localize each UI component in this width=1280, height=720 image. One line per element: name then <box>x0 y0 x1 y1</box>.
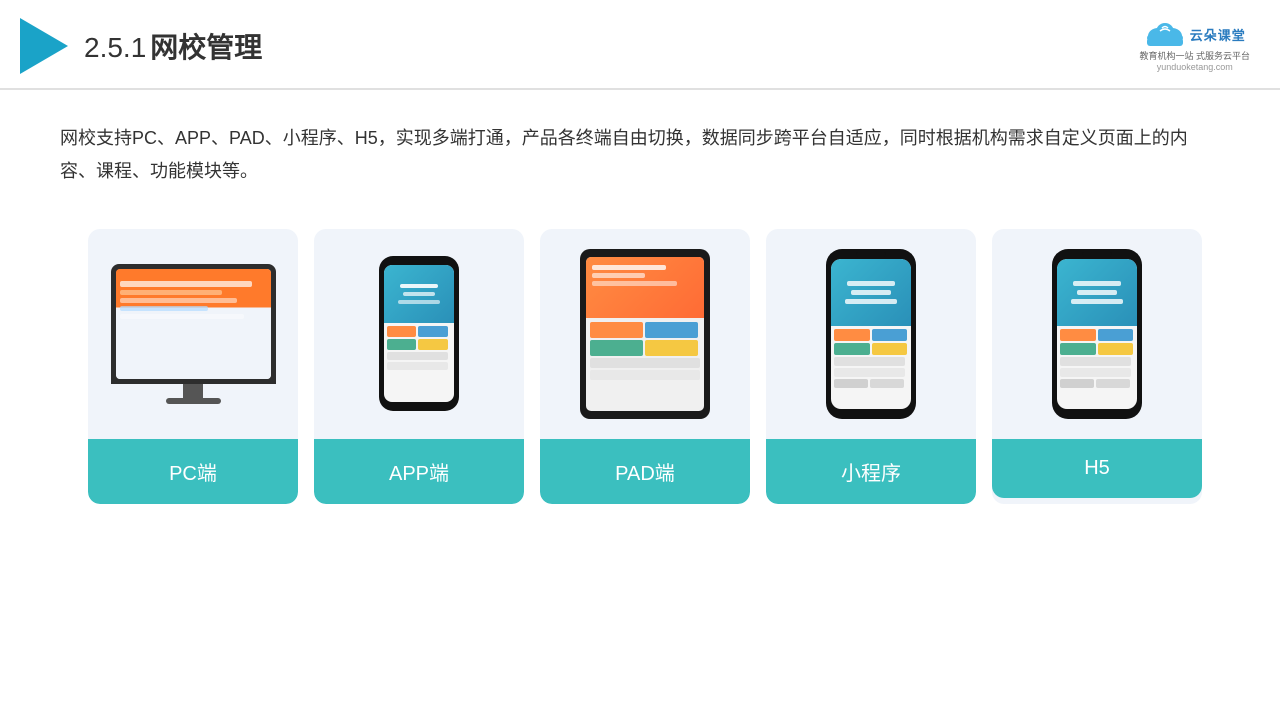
section-number: 2.5.1 <box>84 32 146 63</box>
card-h5: H5 <box>992 229 1202 504</box>
header-left: 2.5.1网校管理 <box>20 18 262 74</box>
brand-name: 云朵课堂 <box>1190 25 1246 44</box>
page-title: 2.5.1网校管理 <box>84 26 262 66</box>
phone-notch <box>408 259 430 263</box>
logo-triangle-icon <box>20 18 68 74</box>
brand-logo: 云朵课堂 教育机构一站 式服务云平台 yunduoketang.com <box>1139 20 1250 72</box>
description-text: 网校支持PC、APP、PAD、小程序、H5，实现多端打通，产品各终端自由切换，数… <box>0 90 1280 199</box>
card-pad: PAD端 <box>540 229 750 504</box>
card-pc: PC端 <box>88 229 298 504</box>
cloud-icon <box>1144 20 1186 48</box>
h5-phone-icon <box>1052 249 1142 419</box>
app-phone-icon <box>379 256 459 411</box>
card-app: APP端 <box>314 229 524 504</box>
card-h5-label: H5 <box>992 439 1202 498</box>
card-pad-image <box>540 229 750 439</box>
card-pad-label: PAD端 <box>540 439 750 504</box>
card-mini-image <box>766 229 976 439</box>
header: 2.5.1网校管理 云朵课堂 教育机构一站 式服务云平台 yunduoketan… <box>0 0 1280 90</box>
card-pc-label: PC端 <box>88 439 298 504</box>
card-app-label: APP端 <box>314 439 524 504</box>
card-app-image <box>314 229 524 439</box>
card-h5-image <box>992 229 1202 439</box>
pc-monitor-icon <box>108 264 278 404</box>
card-mini: 小程序 <box>766 229 976 504</box>
card-pc-image <box>88 229 298 439</box>
card-mini-label: 小程序 <box>766 439 976 504</box>
pad-tablet-icon <box>580 249 710 419</box>
platform-cards: PC端 <box>0 199 1280 534</box>
mini-phone-icon <box>826 249 916 419</box>
brand-tagline: 教育机构一站 式服务云平台 <box>1139 49 1250 62</box>
brand-url: yunduoketang.com <box>1157 62 1233 72</box>
